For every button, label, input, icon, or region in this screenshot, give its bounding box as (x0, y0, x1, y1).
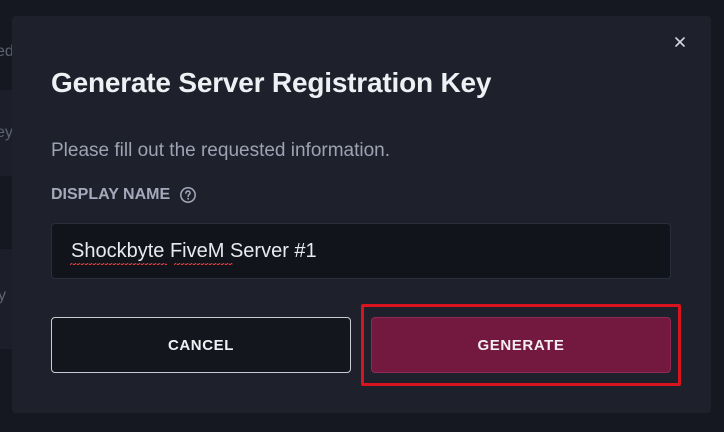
question-circle-icon[interactable] (179, 186, 197, 204)
modal-description: Please fill out the requested informatio… (51, 140, 391, 161)
generate-button[interactable]: GENERATE (371, 317, 671, 373)
backdrop-text-fragment: ey (0, 124, 12, 141)
display-name-label-row: DISPLAY NAME (51, 185, 197, 205)
registration-key-modal: Generate Server Registration Key Please … (12, 16, 711, 413)
backdrop-text-fragment: y (0, 287, 6, 304)
modal-title: Generate Server Registration Key (51, 67, 492, 98)
cancel-button[interactable]: CANCEL (51, 317, 351, 373)
close-button[interactable] (670, 32, 690, 52)
display-name-input[interactable] (51, 223, 671, 279)
display-name-label: DISPLAY NAME (51, 186, 171, 203)
close-icon (675, 37, 685, 47)
backdrop-text-fragment: ed (0, 43, 12, 60)
